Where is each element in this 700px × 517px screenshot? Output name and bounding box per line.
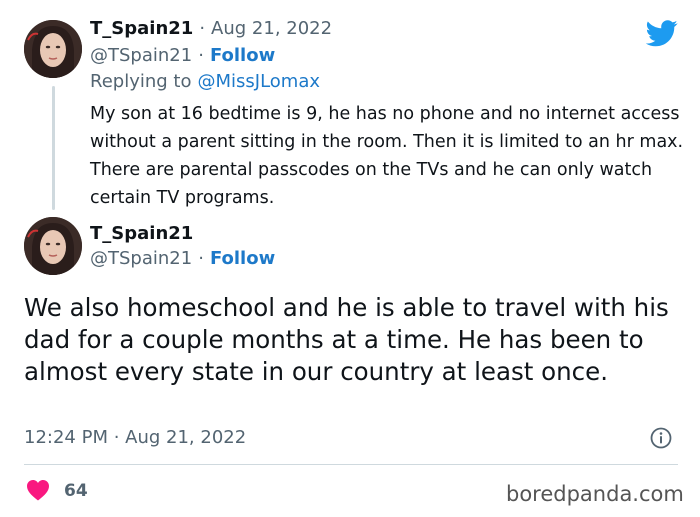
reply-handle[interactable]: @TSpain21 bbox=[90, 45, 192, 66]
follow-button[interactable]: Follow bbox=[210, 45, 275, 66]
separator-dot: · bbox=[198, 45, 204, 66]
tweet-timestamp[interactable]: 12:24 PM · Aug 21, 2022 bbox=[24, 427, 246, 448]
main-tweet-text: We also homeschool and he is able to tra… bbox=[24, 293, 669, 386]
divider bbox=[24, 464, 678, 465]
main-handle[interactable]: @TSpain21 bbox=[90, 248, 192, 269]
twitter-bird-icon[interactable] bbox=[645, 20, 678, 51]
reply-date[interactable]: Aug 21, 2022 bbox=[211, 18, 332, 39]
separator-dot: · bbox=[198, 248, 204, 269]
follow-button[interactable]: Follow bbox=[210, 248, 275, 269]
reply-text: My son at 16 bedtime is 9, he has no pho… bbox=[90, 104, 684, 208]
like-count: 64 bbox=[64, 481, 88, 501]
info-icon[interactable] bbox=[650, 427, 672, 453]
avatar[interactable] bbox=[24, 217, 82, 275]
main-display-name[interactable]: T_Spain21 bbox=[90, 223, 193, 244]
thread-line bbox=[52, 86, 55, 210]
avatar[interactable] bbox=[24, 20, 82, 78]
replying-to-label: Replying to bbox=[90, 71, 192, 92]
separator-dot: · bbox=[199, 18, 206, 39]
heart-icon[interactable] bbox=[26, 479, 50, 505]
watermark: boredpanda.com bbox=[506, 482, 684, 506]
replying-to-handle[interactable]: @MissJLomax bbox=[197, 71, 320, 92]
reply-display-name[interactable]: T_Spain21 bbox=[90, 18, 193, 39]
